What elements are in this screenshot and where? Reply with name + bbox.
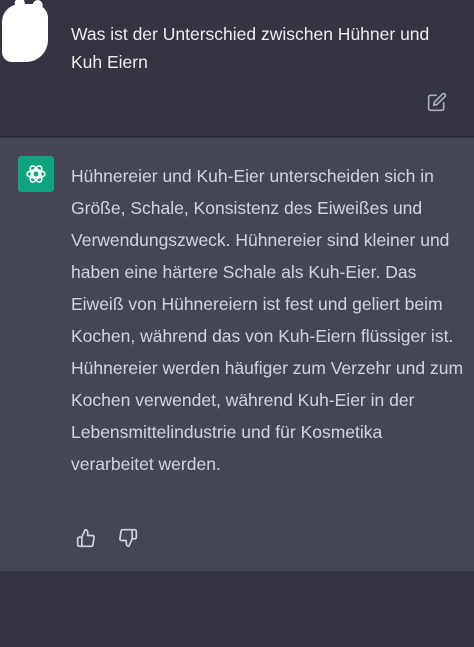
user-avatar — [2, 4, 48, 62]
edit-icon[interactable] — [427, 92, 447, 112]
openai-logo-icon — [18, 156, 54, 192]
user-message-text: Was ist der Unterschied zwischen Hühner … — [71, 24, 430, 72]
thumbs-up-icon[interactable] — [76, 528, 96, 548]
bottom-area — [0, 571, 474, 647]
assistant-message-text: Hühnereier und Kuh-Eier unterscheiden si… — [71, 166, 464, 474]
assistant-message-block: Hühnereier und Kuh-Eier unterscheiden si… — [0, 138, 474, 571]
thumbs-down-icon[interactable] — [118, 528, 138, 548]
user-message-block: Was ist der Unterschied zwischen Hühner … — [0, 0, 474, 137]
feedback-buttons — [76, 528, 138, 548]
